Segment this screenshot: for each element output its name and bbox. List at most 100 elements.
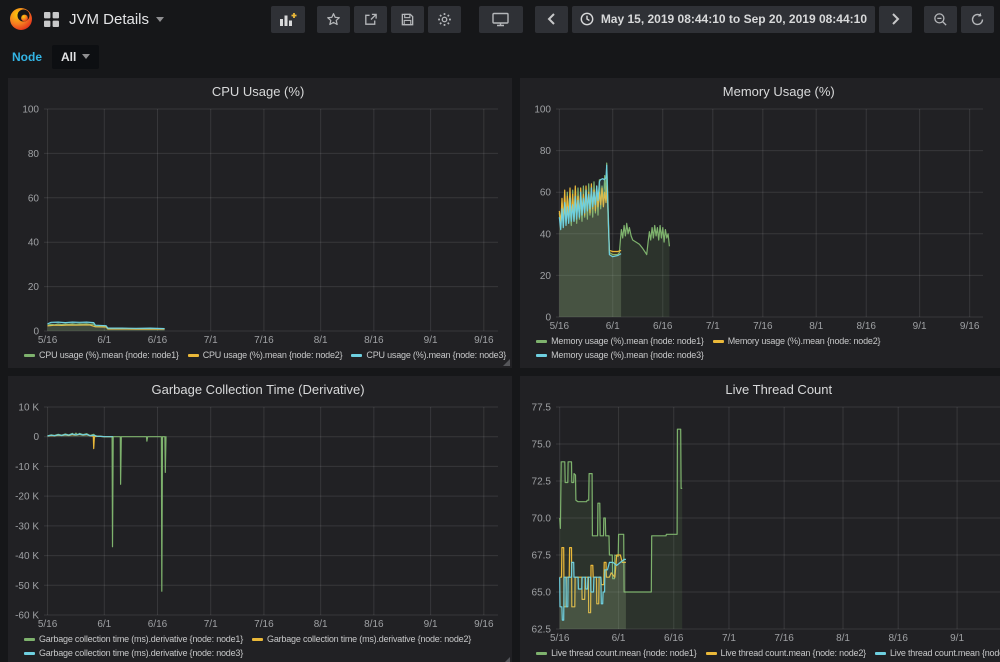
chart-canvas-memory-usage[interactable]: 5/166/16/167/17/168/18/169/19/1602040608… (522, 102, 1000, 333)
panel-title[interactable]: Live Thread Count (522, 380, 1000, 400)
svg-text:6/1: 6/1 (97, 335, 111, 346)
dashboard-picker-button[interactable] (44, 12, 59, 27)
zoom-out-button[interactable] (924, 6, 957, 33)
svg-text:8/1: 8/1 (314, 619, 328, 630)
legend-series-marker (536, 354, 547, 357)
svg-text:5/16: 5/16 (550, 633, 570, 644)
chevron-right-icon (891, 13, 900, 25)
svg-text:72.5: 72.5 (532, 477, 552, 488)
legend-memory-usage: Memory usage (%).mean {node: node1}Memor… (536, 335, 1000, 362)
svg-text:9/1: 9/1 (913, 321, 927, 332)
svg-text:6/16: 6/16 (653, 321, 673, 332)
time-forward-button[interactable] (879, 6, 912, 33)
grid-icon (44, 12, 59, 27)
settings-button[interactable] (428, 6, 461, 33)
legend-series-label: Live thread count.mean {node: node3} (890, 647, 1000, 660)
panel-title[interactable]: Memory Usage (%) (522, 82, 1000, 102)
panel-memory-usage: Memory Usage (%) 5/166/16/167/17/168/18/… (520, 78, 1000, 368)
dashboard-title-dropdown[interactable]: JVM Details (69, 11, 164, 28)
share-icon (363, 12, 378, 27)
cycle-view-button[interactable] (479, 6, 523, 33)
svg-text:40: 40 (28, 238, 40, 249)
dashboard-grid: CPU Usage (%) 5/16 6/1 6/16 7/1 7/16 8/1 8/16 9… (0, 75, 1000, 662)
legend-series-label: Live thread count.mean {node: node2} (721, 647, 866, 660)
star-icon (326, 12, 341, 27)
svg-text:10 K: 10 K (18, 403, 39, 414)
legend-item[interactable]: CPU usage (%).mean {node: node2} (188, 349, 343, 362)
legend-series-marker (252, 638, 263, 641)
chart-canvas-live-thread-count[interactable]: 5/166/16/167/17/168/18/169/19/1662.565.0… (522, 400, 1000, 645)
svg-text:6/1: 6/1 (97, 619, 111, 630)
legend-item[interactable]: Garbage collection time (ms).derivative … (252, 633, 471, 646)
refresh-button[interactable] (961, 6, 994, 33)
legend-item[interactable]: CPU usage (%).mean {node: node3} (351, 349, 506, 362)
panel-title[interactable]: Garbage Collection Time (Derivative) (10, 380, 506, 400)
legend-item[interactable]: Live thread count.mean {node: node1} (536, 647, 696, 660)
gear-icon (437, 12, 452, 27)
svg-text:5/16: 5/16 (38, 335, 58, 346)
add-panel-icon (279, 12, 297, 27)
svg-text:67.5: 67.5 (532, 551, 552, 562)
legend-series-label: Memory usage (%).mean {node: node3} (551, 349, 704, 362)
legend-item[interactable]: Memory usage (%).mean {node: node2} (713, 335, 881, 348)
share-button[interactable] (354, 6, 387, 33)
legend-series-label: Garbage collection time (ms).derivative … (39, 633, 243, 646)
legend-series-marker (24, 638, 35, 641)
legend-item[interactable]: Garbage collection time (ms).derivative … (24, 647, 243, 660)
svg-text:8/16: 8/16 (364, 335, 384, 346)
svg-text:6/1: 6/1 (612, 633, 626, 644)
svg-text:-10 K: -10 K (15, 462, 39, 473)
chart-canvas-gc-time[interactable]: 5/166/16/167/17/168/18/169/19/1610 K0-10… (10, 400, 506, 631)
panel-resize-handle[interactable] (503, 657, 510, 662)
save-button[interactable] (391, 6, 424, 33)
svg-text:70.0: 70.0 (532, 514, 552, 525)
legend-series-marker (713, 340, 724, 343)
panel-live-thread-count: Live Thread Count 5/166/16/167/17/168/18… (520, 376, 1000, 662)
grafana-logo-icon (8, 6, 34, 32)
legend-item[interactable]: Memory usage (%).mean {node: node1} (536, 335, 704, 348)
star-button[interactable] (317, 6, 350, 33)
svg-text:7/16: 7/16 (254, 335, 274, 346)
legend-series-label: CPU usage (%).mean {node: node2} (203, 349, 343, 362)
svg-text:8/1: 8/1 (809, 321, 823, 332)
svg-text:8/1: 8/1 (314, 335, 328, 346)
panel-cpu-usage: CPU Usage (%) 5/166/16/167/17/168/18/169… (8, 78, 512, 368)
legend-item[interactable]: Live thread count.mean {node: node2} (706, 647, 866, 660)
grafana-logo[interactable] (8, 6, 34, 32)
legend-series-label: CPU usage (%).mean {node: node1} (39, 349, 179, 362)
time-range-button[interactable]: May 15, 2019 08:44:10 to Sep 20, 2019 08… (572, 6, 875, 33)
panel-title[interactable]: CPU Usage (%) (10, 82, 506, 102)
legend-live-thread-count: Live thread count.mean {node: node1} Live… (536, 647, 1000, 660)
monitor-icon (492, 12, 509, 27)
legend-series-marker (536, 652, 547, 655)
svg-text:80: 80 (540, 146, 552, 157)
svg-text:9/1: 9/1 (950, 633, 964, 644)
svg-text:-50 K: -50 K (15, 581, 39, 592)
time-back-button[interactable] (535, 6, 568, 33)
svg-text:6/1: 6/1 (606, 321, 620, 332)
svg-text:75.0: 75.0 (532, 440, 552, 451)
panel-resize-handle[interactable] (503, 359, 510, 366)
legend-item[interactable]: Garbage collection time (ms).derivative … (24, 633, 243, 646)
svg-text:7/16: 7/16 (775, 633, 795, 644)
legend-item[interactable]: Live thread count.mean {node: node3} (875, 647, 1000, 660)
svg-text:60: 60 (540, 188, 552, 199)
legend-series-label: Memory usage (%).mean {node: node2} (728, 335, 881, 348)
svg-text:7/1: 7/1 (204, 619, 218, 630)
svg-text:6/16: 6/16 (148, 335, 168, 346)
svg-text:9/16: 9/16 (960, 321, 980, 332)
legend-series-marker (24, 652, 35, 655)
svg-text:7/16: 7/16 (753, 321, 773, 332)
clock-icon (580, 12, 594, 26)
legend-item[interactable]: Memory usage (%).mean {node: node3} (536, 349, 704, 362)
svg-text:6/16: 6/16 (148, 619, 168, 630)
chart-canvas-cpu-usage[interactable]: 5/166/16/167/17/168/18/169/19/1602040608… (10, 102, 506, 347)
svg-text:77.5: 77.5 (532, 403, 552, 414)
refresh-icon (970, 12, 985, 27)
svg-text:60: 60 (28, 193, 40, 204)
variable-value-dropdown[interactable]: All (52, 45, 99, 69)
legend-item[interactable]: CPU usage (%).mean {node: node1} (24, 349, 179, 362)
add-panel-button[interactable] (271, 6, 305, 33)
svg-text:9/1: 9/1 (424, 619, 438, 630)
svg-text:100: 100 (22, 105, 39, 116)
